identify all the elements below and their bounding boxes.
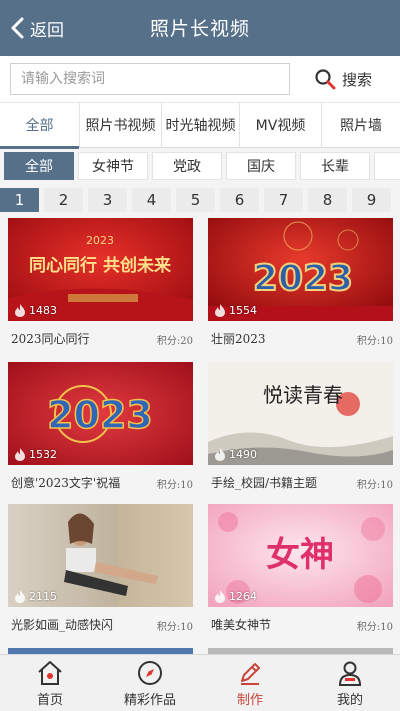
play-count: 1554 xyxy=(214,304,257,317)
tab-photo-book-video[interactable]: 照片书视频 xyxy=(80,103,162,147)
play-count: 1483 xyxy=(14,304,57,317)
user-icon xyxy=(338,661,362,686)
play-count-value: 2115 xyxy=(29,590,57,603)
card-thumbnail: 女神 1264 xyxy=(208,504,393,607)
card-title: 唯美女神节 xyxy=(211,618,272,632)
play-count: 1490 xyxy=(214,448,257,461)
card-thumbnail: 2023 同心同行 共创未来 1483 xyxy=(8,218,193,321)
pencil-icon xyxy=(241,662,260,685)
search-input[interactable] xyxy=(10,63,290,95)
nav-featured-works[interactable]: 精彩作品 xyxy=(100,655,200,711)
chip-more[interactable] xyxy=(374,152,400,180)
card-title: 2023同心同行 xyxy=(11,332,90,346)
page-button[interactable]: 5 xyxy=(176,188,215,212)
play-count: 1264 xyxy=(214,590,257,603)
template-card[interactable]: 2023 同心同行 共创未来 1483 2023同心同行 积分:20 xyxy=(8,218,193,353)
tab-label: MV视频 xyxy=(255,118,306,134)
page-button[interactable]: 3 xyxy=(88,188,127,212)
card-title: 手绘_校园/书籍主题 xyxy=(211,476,318,490)
chip-party[interactable]: 党政 xyxy=(152,152,222,180)
main-tabs: 全部 照片书视频 时光轴视频 MV视频 照片墙 xyxy=(0,102,400,149)
flame-icon xyxy=(15,304,25,317)
page-button[interactable]: 7 xyxy=(264,188,303,212)
nav-mine[interactable]: 我的 xyxy=(300,655,400,711)
page-button[interactable]: 1 xyxy=(0,188,39,212)
template-card[interactable]: 2115 光影如画_动感快闪 积分:10 xyxy=(8,504,193,639)
play-count: 1532 xyxy=(14,448,57,461)
nav-label: 首页 xyxy=(36,692,63,708)
app-screen: 返回 照片长视频 搜索 全部 照片书视频 时光轴视频 MV视频 照片墙 全部 女… xyxy=(0,0,400,711)
card-thumbnail: 2115 xyxy=(8,504,193,607)
thumb-year-text: 2023 xyxy=(47,393,153,437)
tab-timeline-video[interactable]: 时光轴视频 xyxy=(162,103,240,147)
template-card[interactable]: 2023 1554 壮丽2023 积分:10 xyxy=(208,218,393,353)
card-score: 积分:10 xyxy=(156,480,193,491)
page-button[interactable]: 4 xyxy=(132,188,171,212)
search-button-label: 搜索 xyxy=(342,70,373,89)
play-count-value: 1490 xyxy=(229,448,257,461)
flame-icon xyxy=(15,448,25,461)
page-button[interactable]: 9 xyxy=(352,188,391,212)
nav-home[interactable]: 首页 xyxy=(0,655,100,711)
thumb-headline-text: 悦读青春 xyxy=(263,383,343,407)
tab-label: 照片书视频 xyxy=(85,118,156,134)
template-card[interactable]: 2023 1532 创意'2023文字'祝福 积分:10 xyxy=(8,362,193,497)
tab-label: 全部 xyxy=(25,118,54,134)
page-button[interactable]: 8 xyxy=(308,188,347,212)
bottom-nav: 首页 精彩作品 制作 我的 xyxy=(0,654,400,711)
chip-elders[interactable]: 长辈 xyxy=(300,152,370,180)
card-thumbnail: 悦读青春 1490 xyxy=(208,362,393,465)
play-count-value: 1554 xyxy=(229,304,257,317)
page-title: 照片长视频 xyxy=(149,18,250,40)
flame-icon xyxy=(215,590,225,603)
chip-womens-day[interactable]: 女神节 xyxy=(78,152,148,180)
home-icon xyxy=(38,660,62,685)
template-card[interactable]: 女神 1264 唯美女神节 积分:10 xyxy=(208,504,393,639)
thumb-slogan-text: 同心同行 共创未来 xyxy=(29,255,172,276)
flame-icon xyxy=(15,590,25,603)
card-score: 积分:10 xyxy=(356,336,393,347)
tab-label: 时光轴视频 xyxy=(165,118,236,134)
card-thumbnail: 2023 1532 xyxy=(8,362,193,465)
card-thumbnail: 2023 1554 xyxy=(208,218,393,321)
tab-label: 照片墙 xyxy=(340,118,382,134)
thumb-year-text: 2023 xyxy=(253,258,353,299)
play-count-value: 1264 xyxy=(229,590,257,603)
card-title: 壮丽2023 xyxy=(211,332,266,346)
play-count-value: 1483 xyxy=(29,304,57,317)
category-chips: 全部 女神节 党政 国庆 长辈 xyxy=(0,148,400,184)
tab-photo-wall[interactable]: 照片墙 xyxy=(322,103,400,147)
flame-icon xyxy=(215,448,225,461)
page-button[interactable]: 2 xyxy=(44,188,83,212)
play-count-value: 1532 xyxy=(29,448,57,461)
play-count: 2115 xyxy=(14,590,57,603)
compass-icon xyxy=(138,660,162,685)
search-bar: 搜索 xyxy=(0,56,400,102)
flame-icon xyxy=(215,304,225,317)
card-title: 光影如画_动感快闪 xyxy=(11,618,114,632)
card-score: 积分:10 xyxy=(356,622,393,633)
pagination: 1 2 3 4 5 6 7 8 9 xyxy=(0,188,400,214)
page-button[interactable]: 6 xyxy=(220,188,259,212)
chip-national-day[interactable]: 国庆 xyxy=(226,152,296,180)
search-icon xyxy=(315,69,336,90)
nav-label: 精彩作品 xyxy=(123,692,176,708)
nav-create[interactable]: 制作 xyxy=(200,655,300,711)
card-title: 创意'2023文字'祝福 xyxy=(11,476,121,490)
thumb-headline-text: 女神 xyxy=(266,535,334,575)
nav-label: 制作 xyxy=(236,692,263,708)
search-button[interactable]: 搜索 xyxy=(314,65,372,93)
tab-all[interactable]: 全部 xyxy=(0,103,80,149)
header-bar: 返回 照片长视频 xyxy=(0,0,400,56)
thumb-year-text: 2023 xyxy=(86,234,114,247)
card-score: 积分:10 xyxy=(156,622,193,633)
card-score: 积分:10 xyxy=(356,480,393,491)
tab-mv-video[interactable]: MV视频 xyxy=(240,103,322,147)
template-card[interactable]: 悦读青春 1490 手绘_校园/书籍主题 积分:10 xyxy=(208,362,393,497)
chip-all[interactable]: 全部 xyxy=(4,152,74,180)
card-score: 积分:20 xyxy=(156,336,193,347)
nav-label: 我的 xyxy=(336,692,363,708)
